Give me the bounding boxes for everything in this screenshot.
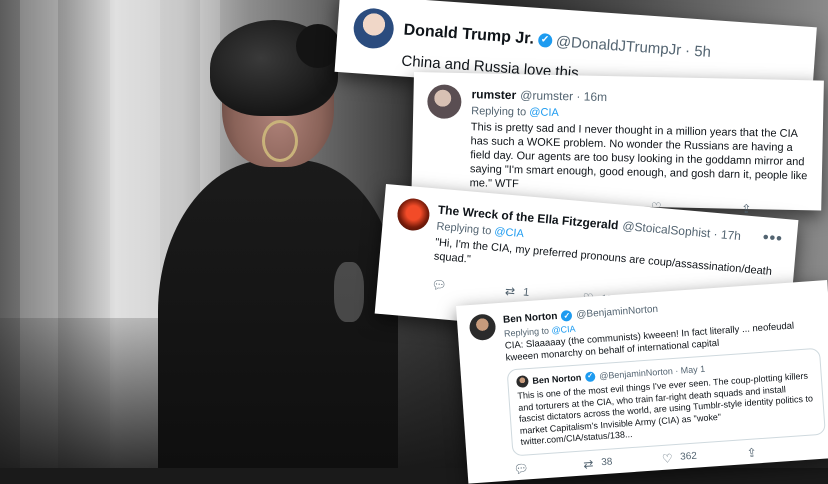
retweet-icon: ⇄ xyxy=(504,283,516,299)
reply-button[interactable]: 💬︎ xyxy=(513,461,534,476)
more-options-icon[interactable]: ••• xyxy=(762,229,783,249)
share-icon: ⇪ xyxy=(741,201,752,217)
reply-icon: 💬︎ xyxy=(430,277,448,293)
verified-badge-icon: ✓ xyxy=(584,371,596,383)
avatar[interactable] xyxy=(396,197,431,232)
heart-icon: ♡ xyxy=(661,450,674,466)
replying-to-label: Replying to xyxy=(471,105,527,119)
tweet-card-rumster[interactable]: rumster @rumster · 16m Replying to @CIA … xyxy=(411,72,824,216)
shirt-graphic xyxy=(334,262,364,322)
replying-to-label: Replying to xyxy=(503,325,550,339)
like-button[interactable]: ♡ 362 xyxy=(660,449,698,466)
share-button[interactable]: ⇪ xyxy=(744,445,759,460)
retweet-count: 38 xyxy=(600,456,613,469)
retweet-button[interactable]: ⇄ 1 xyxy=(503,284,530,300)
verified-badge-icon: ✓ xyxy=(537,32,553,48)
display-name[interactable]: Ben Norton xyxy=(503,311,558,326)
hair-bun xyxy=(296,24,340,68)
quote-avatar xyxy=(516,375,529,388)
handle[interactable]: @DonaldJTrumpJr xyxy=(555,33,681,59)
display-name[interactable]: Donald Trump Jr. xyxy=(403,22,535,49)
handle[interactable]: @rumster · 16m xyxy=(520,88,607,104)
quoted-tweet[interactable]: Ben Norton ✓ @BenjaminNorton · May 1 Thi… xyxy=(506,347,826,456)
avatar[interactable] xyxy=(468,313,497,342)
quote-display-name: Ben Norton xyxy=(532,372,582,386)
timestamp[interactable]: · 5h xyxy=(685,42,712,61)
verified-badge-icon: ✓ xyxy=(561,309,573,322)
replying-to-link[interactable]: @CIA xyxy=(551,324,576,336)
avatar[interactable] xyxy=(427,84,462,119)
replying-to-link[interactable]: @CIA xyxy=(494,226,524,241)
black-top xyxy=(158,160,398,468)
like-count: 362 xyxy=(679,450,698,463)
retweet-count: 1 xyxy=(522,286,530,299)
avatar[interactable] xyxy=(352,7,396,50)
replying-to-link[interactable]: @CIA xyxy=(529,106,559,119)
tweet-text: This is pretty sad and I never thought i… xyxy=(469,121,808,191)
display-name[interactable]: rumster xyxy=(471,87,516,102)
retweet-button[interactable]: ⇄ 38 xyxy=(581,455,613,471)
share-button[interactable]: ⇪ xyxy=(739,202,753,216)
reply-button[interactable]: 💬︎ xyxy=(431,277,452,293)
tweet-card-ben-norton[interactable]: Ben Norton ✓ @BenjaminNorton Replying to… xyxy=(456,280,828,484)
retweet-icon: ⇄ xyxy=(582,456,594,471)
hoop-earring xyxy=(262,120,298,162)
share-icon: ⇪ xyxy=(746,444,758,460)
reply-icon: 💬︎ xyxy=(513,460,530,476)
